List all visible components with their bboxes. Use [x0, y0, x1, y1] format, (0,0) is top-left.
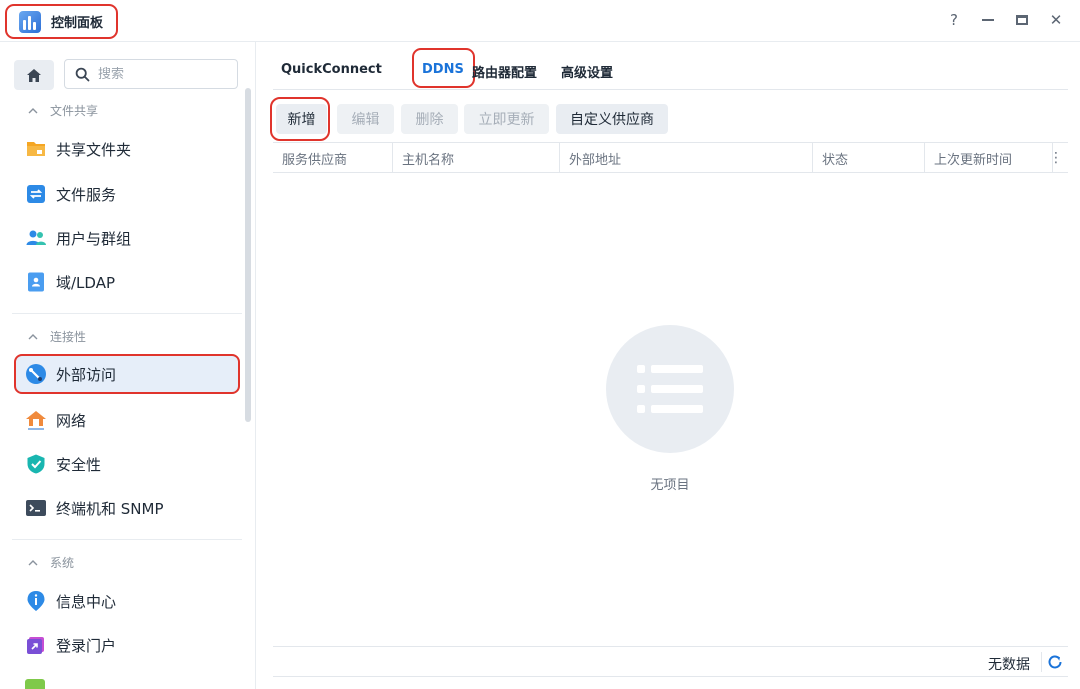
toolbar: 新增 编辑 删除 立即更新 自定义供应商 — [270, 97, 1053, 141]
sidebar-item-users-groups[interactable]: 用户与群组 — [14, 218, 240, 258]
close-button[interactable]: ✕ — [1048, 10, 1064, 30]
empty-list-icon — [606, 325, 734, 453]
column-menu-icon[interactable]: ⋮ — [1044, 143, 1068, 173]
terminal-icon — [26, 500, 46, 516]
tab-bar: QuickConnect DDNS 路由器配置 高级设置 — [273, 42, 1068, 90]
sidebar-item-external-access[interactable]: 外部访问 — [14, 354, 240, 394]
section-header-file-sharing[interactable]: 文件共享 — [28, 100, 98, 120]
sidebar-item-label: 网络 — [56, 411, 87, 430]
sidebar-item-partial[interactable] — [25, 679, 45, 689]
sidebar-item-label: 用户与群组 — [56, 229, 132, 248]
sidebar-item-label: 登录门户 — [56, 636, 117, 655]
column-header-status[interactable]: 状态 — [813, 143, 925, 173]
sidebar-item-label: 外部访问 — [56, 365, 117, 384]
home-button[interactable] — [14, 60, 54, 90]
search-icon — [75, 67, 90, 81]
chevron-up-icon — [28, 559, 38, 565]
search-box[interactable] — [64, 59, 238, 89]
home-icon — [27, 68, 41, 82]
maximize-icon — [1016, 15, 1028, 25]
login-portal-icon — [27, 637, 44, 654]
external-access-icon — [26, 364, 46, 384]
sidebar: 文件共享 共享文件夹 文件服务 用户与群组 域/LDAP — [0, 42, 256, 689]
custom-provider-button[interactable]: 自定义供应商 — [556, 104, 668, 134]
footer-divider — [1041, 652, 1042, 672]
tab-advanced-settings[interactable]: 高级设置 — [561, 62, 613, 81]
users-groups-icon — [26, 230, 46, 245]
sidebar-scrollbar[interactable] — [245, 88, 251, 422]
sidebar-item-label: 文件服务 — [56, 185, 117, 204]
shared-folder-icon — [27, 142, 45, 156]
sidebar-item-terminal-snmp[interactable]: 终端机和 SNMP — [14, 488, 240, 528]
update-now-button[interactable]: 立即更新 — [464, 104, 549, 134]
sidebar-item-label: 信息中心 — [56, 592, 117, 611]
refresh-icon[interactable] — [1046, 653, 1064, 671]
sidebar-item-label: 域/LDAP — [56, 273, 116, 292]
domain-ldap-icon — [28, 272, 44, 292]
minimize-button[interactable] — [980, 10, 996, 30]
edit-button[interactable]: 编辑 — [337, 104, 394, 134]
sidebar-item-domain-ldap[interactable]: 域/LDAP — [14, 262, 240, 302]
sidebar-item-info-center[interactable]: 信息中心 — [14, 581, 240, 621]
column-header-hostname[interactable]: 主机名称 — [393, 143, 560, 173]
info-center-icon — [27, 591, 45, 611]
help-button[interactable]: ? — [946, 10, 962, 30]
sidebar-item-label: 安全性 — [56, 455, 102, 474]
app-title-area: 控制面板 — [5, 4, 118, 39]
sidebar-item-login-portal[interactable]: 登录门户 — [14, 625, 240, 665]
sidebar-item-label: 共享文件夹 — [56, 140, 132, 159]
section-header-system[interactable]: 系统 — [28, 552, 74, 572]
chevron-up-icon — [28, 107, 38, 113]
tab-router-config[interactable]: 路由器配置 — [472, 62, 537, 81]
section-label: 系统 — [50, 555, 75, 570]
delete-button[interactable]: 删除 — [401, 104, 458, 134]
column-header-provider[interactable]: 服务供应商 — [273, 143, 393, 173]
chevron-up-icon — [28, 333, 38, 339]
file-services-icon — [27, 185, 45, 203]
section-label: 文件共享 — [50, 103, 99, 118]
control-panel-icon — [19, 10, 41, 33]
tab-ddns[interactable]: DDNS — [422, 62, 464, 77]
title-bar: 控制面板 ? ✕ — [0, 0, 1080, 42]
section-label: 连接性 — [50, 329, 87, 344]
table-footer: 无数据 — [273, 646, 1068, 677]
empty-state-text: 无项目 — [650, 478, 690, 493]
section-divider — [12, 313, 242, 314]
security-shield-icon — [27, 454, 45, 474]
section-header-connectivity[interactable]: 连接性 — [28, 326, 86, 346]
sidebar-item-label: 终端机和 SNMP — [56, 499, 164, 518]
column-header-external-address[interactable]: 外部地址 — [560, 143, 813, 173]
sidebar-item-security[interactable]: 安全性 — [14, 444, 240, 484]
column-header-last-updated[interactable]: 上次更新时间 — [925, 143, 1053, 173]
maximize-button[interactable] — [1014, 10, 1030, 30]
table-header: 服务供应商 主机名称 外部地址 状态 上次更新时间 ⋮ — [273, 142, 1068, 173]
tab-quickconnect[interactable]: QuickConnect — [281, 62, 382, 77]
search-input[interactable] — [98, 66, 218, 82]
sidebar-item-shared-folder[interactable]: 共享文件夹 — [14, 129, 240, 169]
main-panel: QuickConnect DDNS 路由器配置 高级设置 新增 编辑 删除 立即… — [257, 42, 1080, 689]
minimize-icon — [982, 19, 994, 21]
sidebar-item-network[interactable]: 网络 — [14, 400, 240, 440]
footer-status-text: 无数据 — [988, 657, 1030, 673]
section-divider — [12, 539, 242, 540]
app-title: 控制面板 — [51, 16, 104, 31]
network-icon — [26, 411, 46, 430]
sidebar-item-file-services[interactable]: 文件服务 — [14, 174, 240, 214]
add-button[interactable]: 新增 — [276, 104, 327, 134]
